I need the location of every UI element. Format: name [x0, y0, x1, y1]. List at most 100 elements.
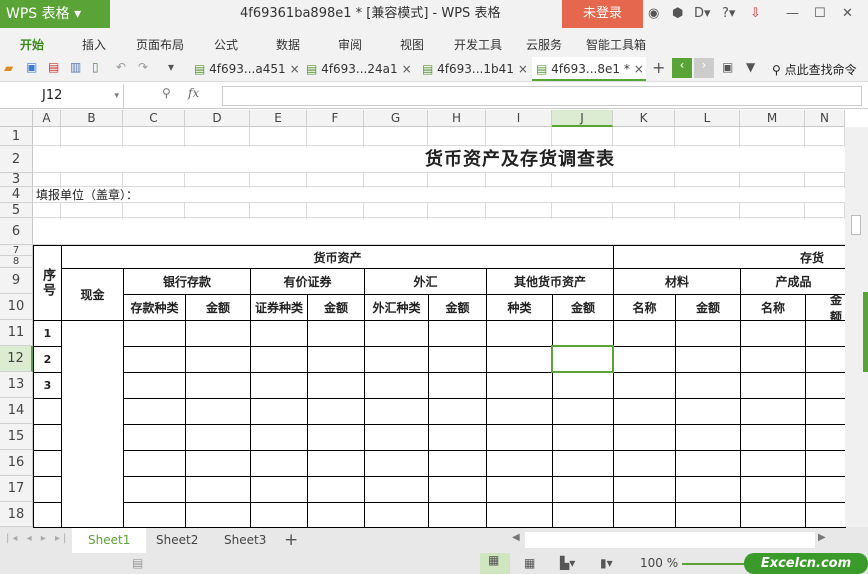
data-cell[interactable]: [250, 502, 308, 528]
cell[interactable]: [428, 127, 486, 146]
cell[interactable]: [33, 127, 61, 146]
cell[interactable]: [613, 127, 675, 146]
data-cell[interactable]: [123, 398, 186, 425]
row-header[interactable]: 13: [0, 372, 33, 398]
column-header[interactable]: N: [805, 110, 845, 127]
cell[interactable]: [185, 173, 250, 187]
data-cell[interactable]: [123, 476, 186, 503]
menu-7[interactable]: 开发工具: [454, 36, 502, 53]
cell[interactable]: [552, 203, 613, 218]
cell[interactable]: [740, 203, 805, 218]
data-cell[interactable]: [428, 320, 487, 347]
vertical-scrollbar[interactable]: [845, 127, 868, 527]
cell[interactable]: [250, 203, 307, 218]
cell[interactable]: [613, 203, 675, 218]
data-cell[interactable]: [250, 450, 308, 477]
data-cell[interactable]: [185, 450, 251, 477]
zoom-level[interactable]: 100 %: [640, 556, 678, 570]
cash-merged-cell[interactable]: [61, 320, 124, 528]
data-cell[interactable]: [613, 424, 676, 451]
data-cell[interactable]: [123, 424, 186, 451]
menu-5[interactable]: 审阅: [338, 36, 362, 53]
data-cell[interactable]: [428, 424, 487, 451]
cell[interactable]: [428, 203, 486, 218]
reading-mode-icon[interactable]: ▮▾: [600, 556, 613, 570]
cell[interactable]: [740, 173, 805, 187]
data-cell[interactable]: [552, 398, 614, 425]
data-cell[interactable]: [805, 476, 846, 503]
data-cell[interactable]: [613, 372, 676, 399]
row-header[interactable]: 17: [0, 476, 33, 502]
data-cell[interactable]: [805, 502, 846, 528]
sheet-nav-icons[interactable]: |◂ ◂ ▸ ▸|: [6, 533, 69, 544]
maximize-icon[interactable]: ☐: [814, 6, 826, 21]
row-header[interactable]: 16: [0, 450, 33, 476]
menu-9[interactable]: 智能工具箱: [586, 36, 646, 53]
cell[interactable]: [307, 203, 364, 218]
sheet-tab[interactable]: Sheet1: [72, 527, 147, 553]
pdf-icon[interactable]: ▤: [48, 60, 59, 74]
data-cell[interactable]: [805, 398, 846, 425]
cell[interactable]: [250, 173, 307, 187]
tab-document[interactable]: ▤ 4f693...8e1 * ×: [532, 57, 646, 81]
data-cell[interactable]: [552, 450, 614, 477]
data-cell[interactable]: [364, 450, 429, 477]
pin-icon[interactable]: ▼: [746, 60, 755, 74]
column-header[interactable]: E: [250, 110, 307, 127]
zoom-formula-icon[interactable]: ⚲: [162, 86, 171, 100]
data-cell[interactable]: [185, 398, 251, 425]
data-cell[interactable]: [364, 346, 429, 373]
side-panel-handle[interactable]: [863, 292, 868, 372]
menu-4[interactable]: 数据: [276, 36, 300, 53]
data-cell[interactable]: [250, 372, 308, 399]
cell[interactable]: [61, 173, 123, 187]
close-tab-icon[interactable]: ×: [518, 62, 528, 76]
normal-view-button[interactable]: ▦: [480, 553, 510, 574]
tab-document[interactable]: ▤ 4f693...a451 ×: [190, 57, 300, 81]
data-cell[interactable]: [307, 346, 365, 373]
scroll-thumb[interactable]: [851, 215, 861, 235]
cell[interactable]: [552, 127, 613, 146]
cell[interactable]: [307, 173, 364, 187]
data-cell[interactable]: [185, 476, 251, 503]
data-cell[interactable]: [486, 320, 553, 347]
add-sheet-icon[interactable]: +: [284, 530, 298, 550]
data-cell[interactable]: [486, 398, 553, 425]
data-cell[interactable]: [123, 372, 186, 399]
data-cell[interactable]: [123, 346, 186, 373]
chevron-down-icon[interactable]: ▾: [114, 84, 119, 108]
selected-cell-j12[interactable]: [551, 345, 614, 373]
save-icon[interactable]: ▣: [26, 60, 37, 74]
cell[interactable]: [364, 127, 428, 146]
data-cell[interactable]: [675, 346, 741, 373]
data-cell[interactable]: [307, 476, 365, 503]
data-cell[interactable]: [552, 502, 614, 528]
data-cell[interactable]: [123, 502, 186, 528]
macro-icon[interactable]: ▤: [132, 556, 143, 570]
column-header[interactable]: C: [123, 110, 185, 127]
column-header[interactable]: D: [185, 110, 250, 127]
data-cell[interactable]: [675, 372, 741, 399]
menu-1[interactable]: 插入: [82, 36, 106, 53]
data-cell[interactable]: [675, 450, 741, 477]
page-layout-icon[interactable]: ▙▾: [560, 556, 575, 570]
column-header[interactable]: M: [740, 110, 805, 127]
skin-icon[interactable]: ◉: [648, 6, 659, 21]
minimize-icon[interactable]: —: [786, 6, 799, 21]
data-cell[interactable]: [123, 450, 186, 477]
app-menu-button[interactable]: WPS 表格 ▾: [0, 0, 110, 28]
row-header[interactable]: 3: [0, 173, 33, 187]
close-tab-icon[interactable]: ×: [402, 62, 412, 76]
row-header[interactable]: 1: [0, 127, 33, 146]
data-cell[interactable]: [307, 450, 365, 477]
close-tab-icon[interactable]: ×: [290, 62, 300, 76]
redo-icon[interactable]: ↷: [138, 60, 148, 74]
data-cell[interactable]: [740, 320, 806, 347]
data-cell[interactable]: [740, 476, 806, 503]
row-header[interactable]: 6: [0, 218, 33, 245]
data-cell[interactable]: [740, 398, 806, 425]
cell[interactable]: [675, 173, 740, 187]
horizontal-scrollbar[interactable]: [525, 532, 815, 548]
cell[interactable]: [185, 203, 250, 218]
data-cell[interactable]: [364, 398, 429, 425]
